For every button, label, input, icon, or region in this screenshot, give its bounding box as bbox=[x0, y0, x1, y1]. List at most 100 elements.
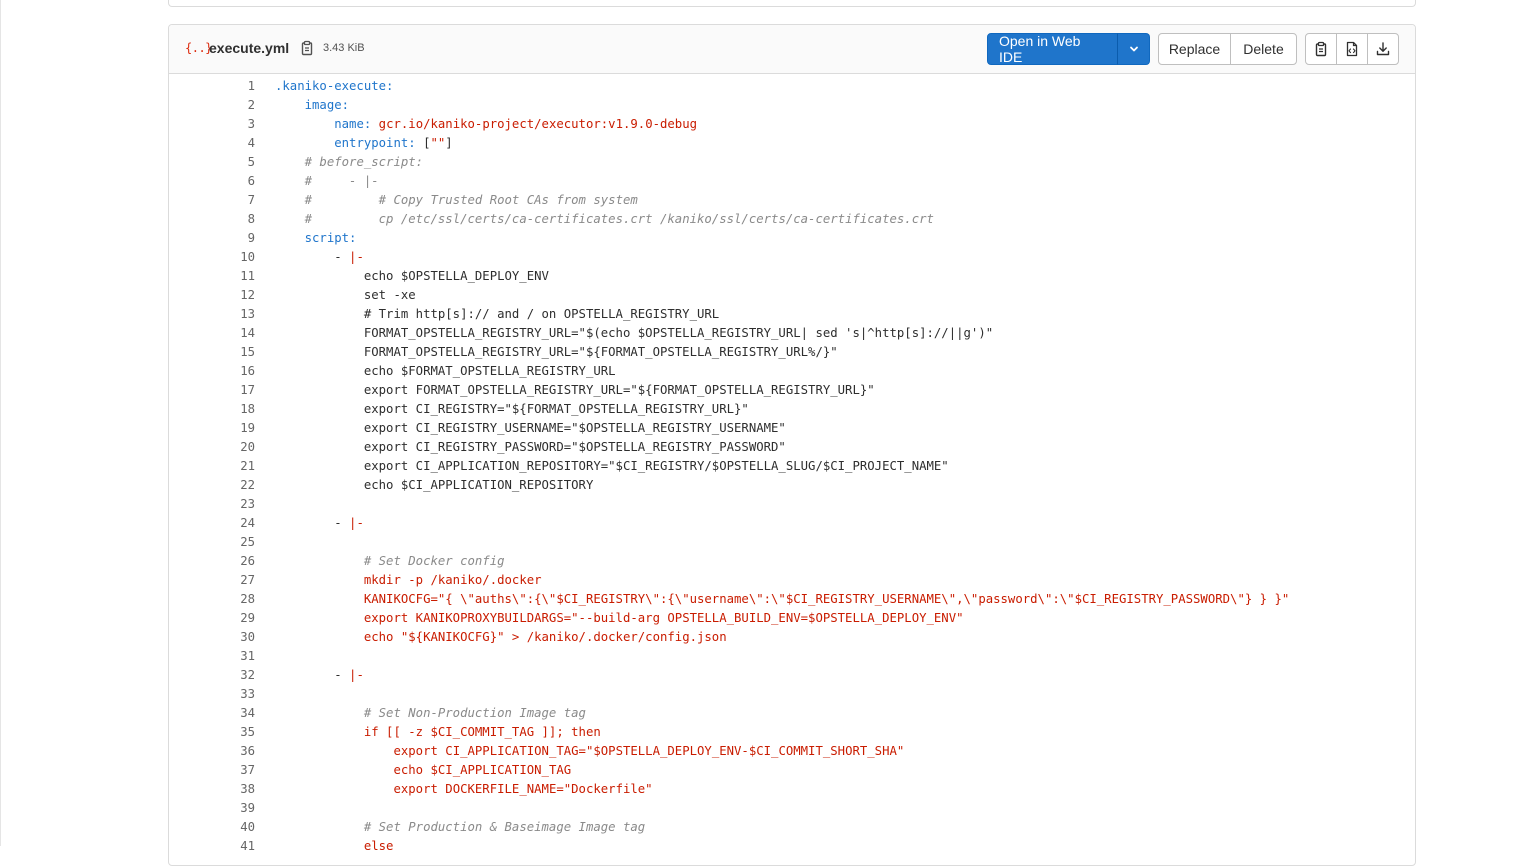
line-number[interactable]: 9 bbox=[169, 229, 255, 248]
line-number[interactable]: 4 bbox=[169, 134, 255, 153]
code-line: 15 FORMAT_OPSTELLA_REGISTRY_URL="${FORMA… bbox=[169, 343, 1415, 362]
line-content: export KANIKOPROXYBUILDARGS="--build-arg… bbox=[255, 609, 964, 628]
download-button[interactable] bbox=[1367, 33, 1399, 65]
code-line: 32 - |- bbox=[169, 666, 1415, 685]
line-number[interactable]: 20 bbox=[169, 438, 255, 457]
line-content: export DOCKERFILE_NAME="Dockerfile" bbox=[255, 780, 652, 799]
line-number[interactable]: 26 bbox=[169, 552, 255, 571]
line-number[interactable]: 36 bbox=[169, 742, 255, 761]
code-line: 1 .kaniko-execute: bbox=[169, 77, 1415, 96]
code-token: # cp /etc/ssl/certs/ca-certificates.crt … bbox=[304, 212, 934, 226]
line-content bbox=[255, 495, 275, 514]
code-token: "" bbox=[430, 136, 446, 150]
line-number[interactable]: 22 bbox=[169, 476, 255, 495]
line-number[interactable]: 41 bbox=[169, 837, 255, 856]
code-line: 27 mkdir -p /kaniko/.docker bbox=[169, 571, 1415, 590]
line-number[interactable]: 31 bbox=[169, 647, 255, 666]
copy-to-clipboard-icon bbox=[1313, 41, 1329, 57]
code-line: 38 export DOCKERFILE_NAME="Dockerfile" bbox=[169, 780, 1415, 799]
code-token: else bbox=[363, 839, 394, 853]
line-number[interactable]: 1 bbox=[169, 77, 255, 96]
code-token: echo $CI_APPLICATION_TAG bbox=[393, 763, 572, 777]
line-number[interactable]: 16 bbox=[169, 362, 255, 381]
code-line: 29 export KANIKOPROXYBUILDARGS="--build-… bbox=[169, 609, 1415, 628]
code-token: # - |- bbox=[304, 174, 379, 188]
code-line: 4 entrypoint: [""] bbox=[169, 134, 1415, 153]
code-token: if [[ -z $CI_COMMIT_TAG ]]; then bbox=[363, 725, 601, 739]
code-viewer: 1 .kaniko-execute: 2 image: 3 name: gcr.io/… bbox=[169, 74, 1415, 856]
line-number[interactable]: 35 bbox=[169, 723, 255, 742]
download-icon bbox=[1375, 41, 1391, 57]
open-raw-button[interactable] bbox=[1336, 33, 1368, 65]
line-content bbox=[255, 799, 275, 818]
line-number[interactable]: 21 bbox=[169, 457, 255, 476]
code-token: |- bbox=[349, 516, 364, 530]
line-number[interactable]: 33 bbox=[169, 685, 255, 704]
line-content: export CI_REGISTRY_PASSWORD="$OPSTELLA_R… bbox=[255, 438, 786, 457]
line-number[interactable]: 23 bbox=[169, 495, 255, 514]
line-number[interactable]: 19 bbox=[169, 419, 255, 438]
code-line: 19 export CI_REGISTRY_USERNAME="$OPSTELL… bbox=[169, 419, 1415, 438]
line-content bbox=[255, 647, 275, 666]
code-token: echo "${KANIKOCFG}" > /kaniko/.docker/co… bbox=[363, 630, 727, 644]
code-token: KANIKOCFG="{ \"auths\":{\"$CI_REGISTRY\"… bbox=[363, 592, 1290, 606]
line-number[interactable]: 11 bbox=[169, 267, 255, 286]
line-number[interactable]: 15 bbox=[169, 343, 255, 362]
line-number[interactable]: 40 bbox=[169, 818, 255, 837]
line-number[interactable]: 6 bbox=[169, 172, 255, 191]
line-number[interactable]: 28 bbox=[169, 590, 255, 609]
line-number[interactable]: 38 bbox=[169, 780, 255, 799]
code-token: FORMAT_OPSTELLA_REGISTRY_URL="${FORMAT_O… bbox=[275, 345, 838, 359]
code-line: 18 export CI_REGISTRY="${FORMAT_OPSTELLA… bbox=[169, 400, 1415, 419]
line-number[interactable]: 17 bbox=[169, 381, 255, 400]
line-number[interactable]: 2 bbox=[169, 96, 255, 115]
code-line: 40 # Set Production & Baseimage Image ta… bbox=[169, 818, 1415, 837]
code-line: 21 export CI_APPLICATION_REPOSITORY="$CI… bbox=[169, 457, 1415, 476]
delete-button[interactable]: Delete bbox=[1230, 33, 1297, 65]
replace-button[interactable]: Replace bbox=[1158, 33, 1231, 65]
file-tools-button-group bbox=[1305, 33, 1399, 65]
line-number[interactable]: 8 bbox=[169, 210, 255, 229]
line-number[interactable]: 25 bbox=[169, 533, 255, 552]
code-line: 9 script: bbox=[169, 229, 1415, 248]
line-number[interactable]: 14 bbox=[169, 324, 255, 343]
line-number[interactable]: 13 bbox=[169, 305, 255, 324]
ide-options-dropdown-button[interactable] bbox=[1117, 33, 1150, 65]
copy-contents-button[interactable] bbox=[1305, 33, 1337, 65]
line-content: image: bbox=[255, 96, 349, 115]
line-number[interactable]: 39 bbox=[169, 799, 255, 818]
open-in-web-ide-button[interactable]: Open in Web IDE bbox=[987, 33, 1118, 65]
line-number[interactable]: 18 bbox=[169, 400, 255, 419]
line-number[interactable]: 12 bbox=[169, 286, 255, 305]
code-line: 23 bbox=[169, 495, 1415, 514]
copy-to-clipboard-icon[interactable] bbox=[299, 40, 315, 56]
line-number[interactable]: 30 bbox=[169, 628, 255, 647]
line-content: # Trim http[s]:// and / on OPSTELLA_REGI… bbox=[255, 305, 719, 324]
line-number[interactable]: 7 bbox=[169, 191, 255, 210]
line-number[interactable]: 27 bbox=[169, 571, 255, 590]
line-number[interactable]: 34 bbox=[169, 704, 255, 723]
line-content: # cp /etc/ssl/certs/ca-certificates.crt … bbox=[255, 210, 934, 229]
line-number[interactable]: 29 bbox=[169, 609, 255, 628]
line-content: echo $OPSTELLA_DEPLOY_ENV bbox=[255, 267, 549, 286]
previous-panel-edge bbox=[168, 0, 1416, 7]
line-number[interactable]: 10 bbox=[169, 248, 255, 267]
line-number[interactable]: 37 bbox=[169, 761, 255, 780]
code-line: 31 bbox=[169, 647, 1415, 666]
line-number[interactable]: 24 bbox=[169, 514, 255, 533]
line-number[interactable]: 32 bbox=[169, 666, 255, 685]
file-holder: {..} execute.yml 3.43 KiB Open in Web ID… bbox=[168, 24, 1416, 866]
line-number[interactable]: 3 bbox=[169, 115, 255, 134]
line-content: # - |- bbox=[255, 172, 379, 191]
line-number[interactable]: 5 bbox=[169, 153, 255, 172]
code-token: name: bbox=[334, 117, 372, 131]
